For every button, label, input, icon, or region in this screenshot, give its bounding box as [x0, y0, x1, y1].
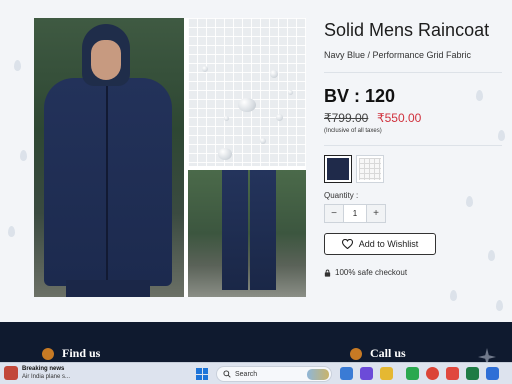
pant-leg	[222, 170, 248, 290]
water-bead	[276, 114, 283, 121]
quantity-label: Quantity :	[324, 191, 359, 200]
product-subtitle: Navy Blue / Performance Grid Fabric	[324, 50, 472, 60]
site-footer: Find us Call us	[0, 322, 512, 362]
call-us-heading[interactable]: Call us	[350, 346, 406, 361]
checkout-note-text: 100% safe checkout	[335, 268, 408, 277]
news-subtitle: Air India plane s...	[22, 374, 71, 380]
raindrop-decoration	[496, 300, 503, 311]
lock-icon	[324, 269, 331, 277]
product-gallery	[34, 18, 306, 297]
raindrop-decoration	[8, 226, 15, 237]
product-title: Solid Mens Raincoat	[324, 20, 490, 40]
start-tile	[196, 374, 202, 380]
raindrop-decoration	[498, 130, 505, 141]
chrome-icon[interactable]	[426, 367, 439, 380]
search-placeholder: Search	[235, 370, 258, 378]
divider	[324, 145, 502, 146]
water-bead	[218, 148, 232, 160]
water-bead	[270, 70, 278, 78]
taskbar-search[interactable]: Search	[216, 366, 332, 382]
start-tile	[196, 368, 202, 374]
water-bead	[260, 138, 266, 144]
pants-shape	[66, 280, 150, 297]
product-page: Solid Mens Raincoat Navy Blue / Performa…	[0, 0, 512, 384]
excel-icon[interactable]	[466, 367, 479, 380]
raindrop-decoration	[14, 60, 21, 71]
product-image-model[interactable]	[34, 18, 184, 297]
raindrop-decoration	[20, 150, 27, 161]
quantity-input[interactable]: 1	[343, 205, 367, 222]
find-us-heading[interactable]: Find us	[42, 346, 100, 361]
face-shape	[91, 40, 121, 80]
start-tile	[202, 368, 208, 374]
water-bead	[202, 66, 208, 72]
quantity-stepper: − 1 +	[324, 204, 386, 223]
news-thumbnail	[4, 366, 18, 380]
jacket-shape	[44, 78, 172, 286]
taskbar-app-icon[interactable]	[406, 367, 419, 380]
windows-start-icon[interactable]	[196, 368, 208, 380]
product-image-fabric[interactable]	[188, 18, 306, 166]
mrp-price: ₹799.00	[324, 111, 369, 125]
taskbar-app-icon[interactable]	[360, 367, 373, 380]
product-image-pants[interactable]	[188, 170, 306, 297]
search-highlight-image	[307, 368, 329, 380]
news-title: Breaking news	[22, 366, 65, 372]
os-taskbar: Breaking news Air India plane s... Searc…	[0, 362, 512, 384]
phone-icon	[350, 347, 362, 360]
taskbar-app-icon[interactable]	[446, 367, 459, 380]
find-us-label: Find us	[62, 346, 101, 360]
pant-leg	[250, 170, 276, 290]
increment-button[interactable]: +	[367, 205, 385, 222]
heart-icon	[341, 239, 353, 249]
variant-swatch-white-grid[interactable]	[356, 155, 384, 183]
add-to-wishlist-button[interactable]: Add to Wishlist	[324, 233, 436, 255]
raindrop-decoration	[466, 196, 473, 207]
tax-note: (Inclusive of all taxes)	[324, 128, 382, 134]
zip-line	[106, 84, 108, 284]
swatch-fill	[359, 158, 381, 180]
news-text: Breaking news Air India plane s...	[22, 365, 70, 381]
bv-value: BV : 120	[324, 86, 396, 106]
location-icon	[42, 347, 54, 360]
raindrop-decoration	[450, 290, 457, 301]
search-icon	[223, 370, 231, 378]
news-widget[interactable]: Breaking news Air India plane s...	[4, 365, 70, 381]
swatch-fill	[327, 158, 349, 180]
taskbar-app-icon[interactable]	[486, 367, 499, 380]
raindrop-decoration	[476, 90, 483, 101]
variant-swatch-navy[interactable]	[324, 155, 352, 183]
taskbar-app-icon[interactable]	[340, 367, 353, 380]
water-bead	[238, 98, 256, 112]
wishlist-label: Add to Wishlist	[358, 239, 419, 249]
water-bead	[288, 90, 293, 95]
divider	[324, 72, 502, 73]
sale-price: ₹550.00	[377, 111, 422, 125]
raindrop-decoration	[488, 250, 495, 261]
water-bead	[224, 116, 229, 121]
file-explorer-icon[interactable]	[380, 367, 393, 380]
decrement-button[interactable]: −	[325, 205, 343, 222]
start-tile	[202, 374, 208, 380]
safe-checkout-note: 100% safe checkout	[324, 268, 407, 277]
call-us-label: Call us	[370, 346, 406, 360]
